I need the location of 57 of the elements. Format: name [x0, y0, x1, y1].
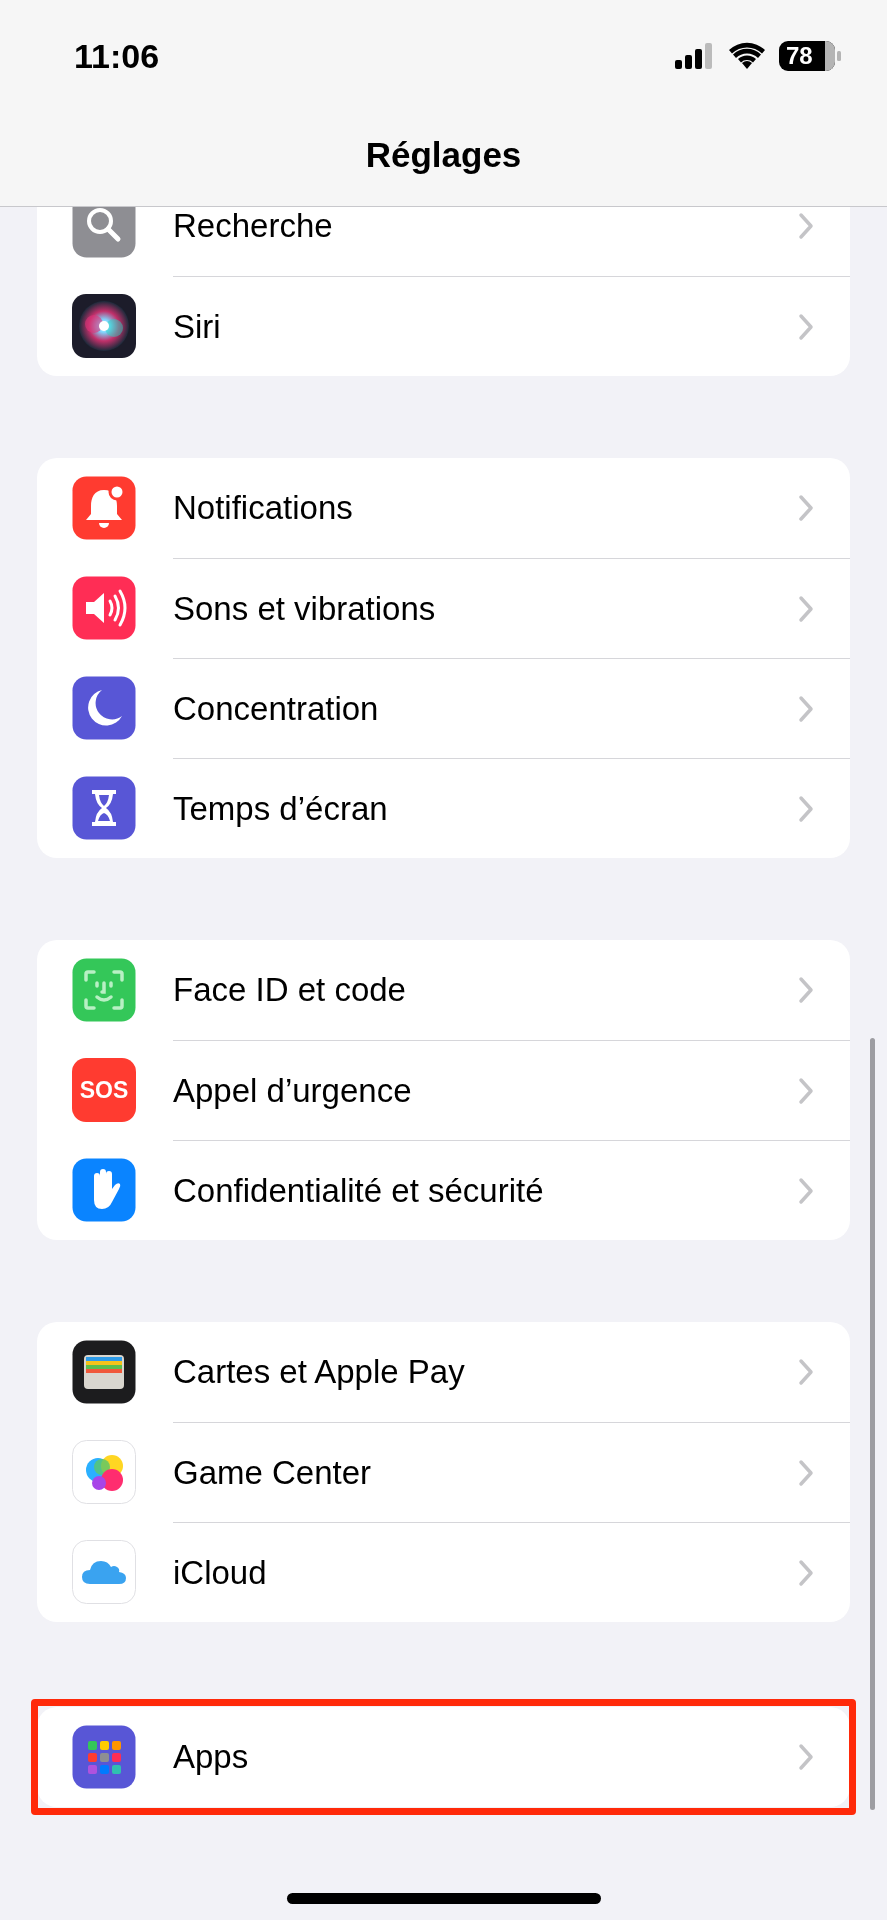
- settings-row[interactable]: Sons et vibrations: [37, 558, 850, 658]
- settings-row[interactable]: Face ID et code: [37, 940, 850, 1040]
- row-label: Appel d’urgence: [173, 1070, 413, 1111]
- sos-icon: SOS: [72, 1058, 136, 1122]
- moon-icon: [72, 676, 136, 740]
- hand-icon: [72, 1158, 136, 1222]
- chevron-icon: [798, 494, 814, 522]
- settings-row[interactable]: Temps d’écran: [37, 758, 850, 858]
- wifi-icon: [729, 42, 765, 70]
- settings-row[interactable]: iCloud: [37, 1522, 850, 1622]
- hourglass-icon: [72, 776, 136, 840]
- wallet-icon: [72, 1340, 136, 1404]
- page-title: Réglages: [365, 133, 522, 176]
- chevron-icon: [798, 1458, 814, 1487]
- chevron-icon: [798, 1358, 814, 1386]
- clock-time: 11:06: [74, 35, 160, 77]
- chevron-icon: [798, 1076, 814, 1105]
- settings-row[interactable]: Recherche: [37, 207, 850, 276]
- app-grid-icon: [72, 1725, 136, 1789]
- chevron-icon: [798, 976, 814, 1004]
- settings-row[interactable]: Concentration: [37, 658, 850, 758]
- settings-row[interactable]: Siri: [37, 276, 850, 376]
- row-label: iCloud: [173, 1552, 268, 1593]
- row-label: Game Center: [173, 1452, 373, 1493]
- row-label: Concentration: [173, 688, 380, 729]
- speaker-icon: [72, 576, 136, 640]
- row-label: Recherche: [173, 207, 334, 247]
- face-scan-icon: [72, 958, 136, 1022]
- settings-row[interactable]: Cartes et Apple Pay: [37, 1322, 850, 1422]
- chevron-icon: [798, 794, 814, 823]
- colored-circles-icon: [72, 1440, 136, 1504]
- chevron-icon: [798, 312, 814, 341]
- battery-level: 78: [786, 44, 813, 68]
- signal-icon: [675, 43, 715, 69]
- chevron-icon: [798, 1176, 814, 1205]
- row-label: Temps d’écran: [173, 788, 389, 829]
- chevron-icon: [798, 694, 814, 723]
- battery-icon: [779, 41, 841, 71]
- cloud-icon: [72, 1540, 136, 1604]
- row-label: Cartes et Apple Pay: [173, 1352, 466, 1393]
- settings-row[interactable]: Game Center: [37, 1422, 850, 1522]
- row-label: Notifications: [173, 488, 354, 529]
- row-label: Face ID et code: [173, 970, 407, 1011]
- chevron-icon: [798, 1743, 814, 1771]
- chevron-icon: [798, 594, 814, 623]
- settings-row[interactable]: Confidentialité et sécurité: [37, 1140, 850, 1240]
- settings-row[interactable]: Apps: [37, 1707, 850, 1807]
- row-label: Confidentialité et sécurité: [173, 1170, 545, 1211]
- chevron-icon: [798, 212, 814, 240]
- settings-row[interactable]: SOS Appel d’urgence: [37, 1040, 850, 1140]
- row-label: Apps: [173, 1737, 250, 1778]
- row-label: Sons et vibrations: [173, 588, 437, 629]
- chevron-icon: [798, 1558, 814, 1587]
- settings-row[interactable]: Notifications: [37, 458, 850, 558]
- row-label: Siri: [173, 306, 222, 347]
- siri-icon: [72, 294, 136, 358]
- bell-icon: [72, 476, 136, 540]
